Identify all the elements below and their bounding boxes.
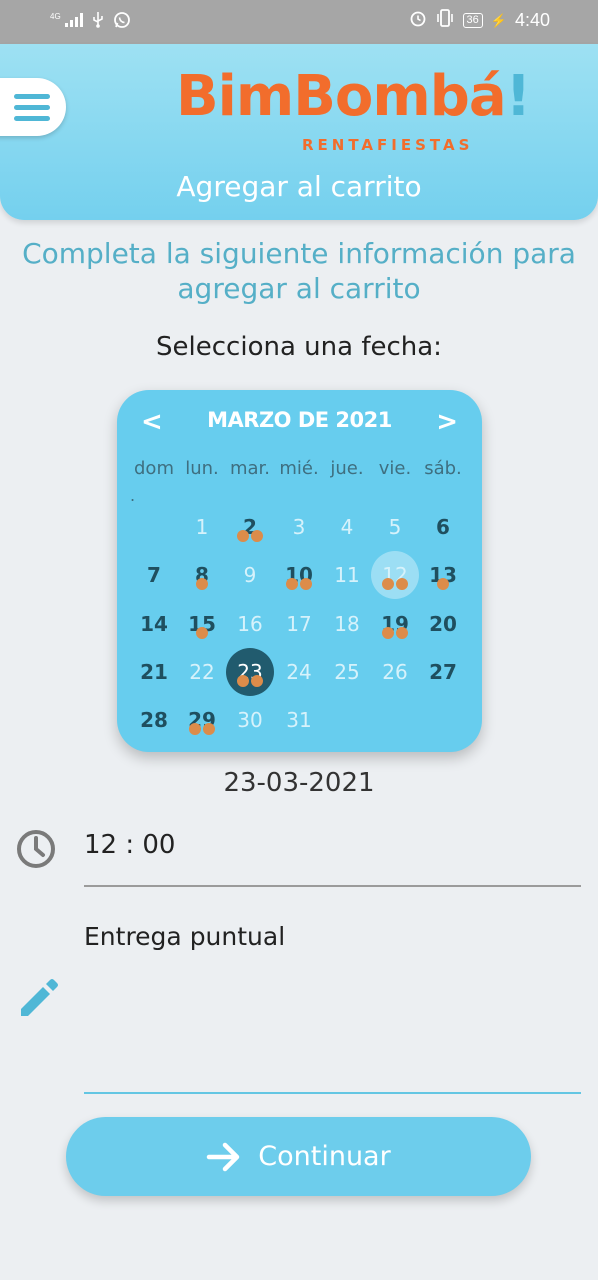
event-dot [196, 627, 208, 639]
arrow-right-icon [207, 1142, 240, 1171]
event-dot [203, 723, 215, 735]
weekday-header: mié. [279, 458, 319, 479]
selected-date-text: 23-03-2021 [223, 768, 375, 798]
calendar-day[interactable]: 22 [178, 657, 226, 687]
weekday-header: mar. [229, 458, 271, 479]
date-prompt: Selecciona una fecha: [156, 332, 442, 362]
alarm-icon [409, 9, 427, 32]
event-dot [396, 627, 408, 639]
calendar-day[interactable]: 6 [419, 512, 467, 542]
calendar-day[interactable]: 16 [226, 609, 274, 639]
calendar-day[interactable]: 26 [371, 657, 419, 687]
usb-icon [91, 12, 105, 31]
calendar-day[interactable]: 1 [178, 512, 226, 542]
calendar-day[interactable]: 5 [371, 512, 419, 542]
event-dot [251, 675, 263, 687]
event-dot [189, 723, 201, 735]
page-title: Agregar al carrito [176, 170, 422, 203]
weekday-header: lun. [185, 458, 219, 479]
calendar-month-title: MARZO DE 2021 [207, 408, 392, 432]
chevron-right-icon[interactable]: > [436, 408, 458, 436]
battery-icon: 36 [462, 13, 483, 28]
hamburger-menu-icon [14, 88, 50, 127]
event-dot [237, 675, 249, 687]
calendar-day[interactable]: 25 [323, 657, 371, 687]
weekday-header: sáb. [424, 458, 462, 479]
calendar-day[interactable]: 18 [323, 609, 371, 639]
logo-exclamation: ! [505, 64, 532, 129]
event-dot [382, 578, 394, 590]
whatsapp-icon [113, 11, 131, 32]
calendar-day[interactable]: 7 [130, 560, 178, 590]
calendar-day[interactable]: 4 [323, 512, 371, 542]
continue-button[interactable]: Continuar [66, 1117, 531, 1196]
status-time: 4:40 [514, 10, 550, 30]
weekday-extra-mark: . [130, 486, 136, 505]
status-bar: 4G 36 ⚡ 4:40 [0, 0, 598, 44]
weekday-header: vie. [378, 458, 412, 479]
note-textarea[interactable]: Entrega puntual [84, 922, 581, 1094]
brand-logo: BimBombá! RENTAFIESTAS [176, 66, 531, 155]
instructions-text: Completa la siguiente información para a… [22, 237, 576, 305]
note-value: Entrega puntual [84, 922, 286, 951]
weekday-header: dom [134, 458, 174, 479]
vibrate-icon [435, 9, 455, 32]
time-value: 12 : 00 [84, 830, 176, 860]
event-dot [237, 530, 249, 542]
calendar-day[interactable]: 30 [226, 705, 274, 735]
calendar-day[interactable]: 27 [419, 657, 467, 687]
event-dot [382, 627, 394, 639]
status-right: 36 ⚡ 4:40 [409, 9, 550, 32]
calendar-day[interactable]: 29 [178, 705, 226, 735]
continue-button-label: Continuar [258, 1141, 391, 1172]
date-picker-calendar: < MARZO DE 2021 > . dom lun. mar. mié. jue. v… [117, 390, 482, 752]
pencil-icon [21, 979, 58, 1016]
event-dot [251, 530, 263, 542]
calendar-day[interactable]: 9 [226, 560, 274, 590]
calendar-day[interactable]: 19 [371, 609, 419, 639]
event-dot [300, 578, 312, 590]
calendar-day[interactable]: 3 [275, 512, 323, 542]
event-dot [196, 578, 208, 590]
status-left: 4G [50, 11, 131, 32]
calendar-day[interactable]: 23 [226, 657, 274, 687]
clock-icon [17, 830, 55, 868]
event-dot [437, 578, 449, 590]
calendar-day[interactable]: 28 [130, 705, 178, 735]
calendar-day[interactable]: 17 [275, 609, 323, 639]
calendar-day[interactable]: 21 [130, 657, 178, 687]
calendar-day[interactable]: 14 [130, 609, 178, 639]
calendar-header: < MARZO DE 2021 > [117, 408, 482, 438]
calendar-day[interactable]: 20 [419, 609, 467, 639]
calendar-day[interactable]: 11 [323, 560, 371, 590]
calendar-day[interactable]: 10 [275, 560, 323, 590]
network-type: 4G [50, 12, 61, 21]
calendar-day[interactable]: 12 [371, 560, 419, 590]
logo-tagline: RENTAFIESTAS [302, 136, 474, 154]
calendar-day[interactable]: 31 [275, 705, 323, 735]
time-input[interactable]: 12 : 00 [84, 830, 581, 887]
event-dot [396, 578, 408, 590]
signal-icon: 4G [50, 13, 83, 30]
menu-button[interactable] [0, 78, 66, 136]
weekday-header: jue. [330, 458, 364, 479]
event-dot [286, 578, 298, 590]
calendar-day[interactable]: 2 [226, 512, 274, 542]
app-header: BimBombá! RENTAFIESTAS Agregar al carrit… [0, 44, 598, 220]
logo-wordmark: BimBombá [176, 64, 507, 129]
calendar-day[interactable]: 24 [275, 657, 323, 687]
charging-icon: ⚡ [490, 12, 507, 28]
